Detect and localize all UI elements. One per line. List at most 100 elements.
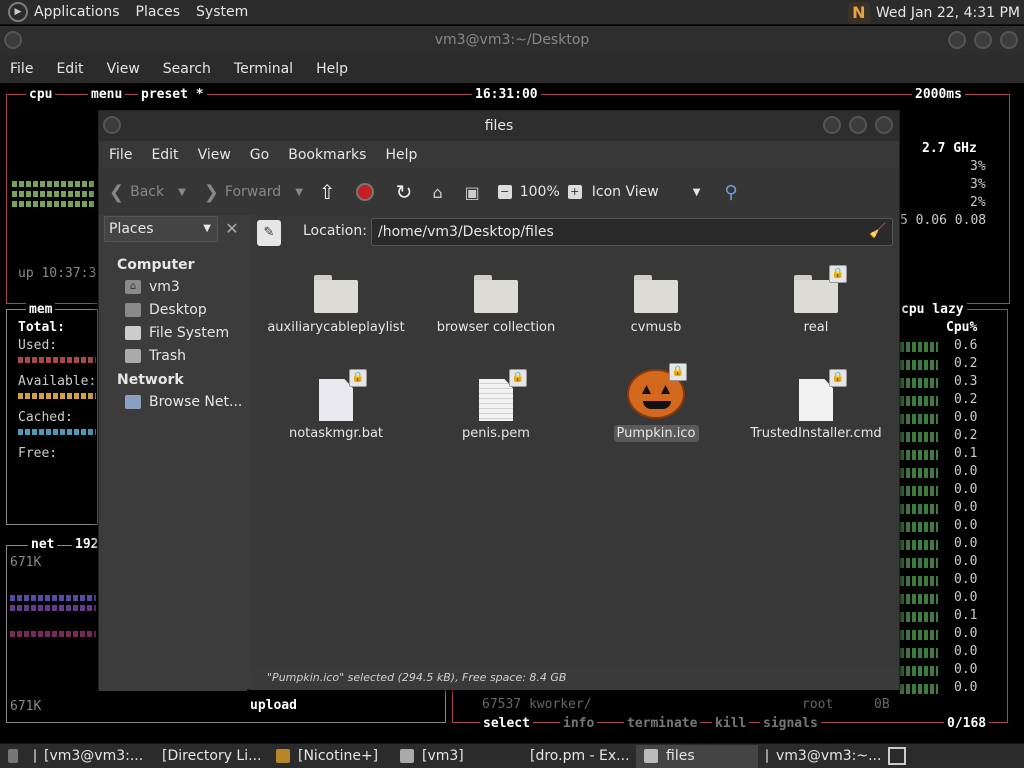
file-item-auxiliarycableplaylist[interactable]: auxiliarycableplaylist	[261, 275, 411, 336]
menu-places[interactable]: Places	[136, 4, 181, 20]
proc-col-cpu[interactable]: Cpu%	[946, 320, 977, 335]
file-item-browser-collection[interactable]: browser collection	[421, 275, 571, 336]
cmd-terminate[interactable]: terminate	[624, 716, 701, 731]
file-manager-titlebar[interactable]: files	[99, 111, 899, 141]
preset-tab[interactable]: preset *	[138, 87, 207, 102]
proc-cpu-graph	[900, 558, 938, 568]
zoom-control[interactable]: − 100% +	[497, 184, 582, 200]
computer-button[interactable]: ▣	[465, 183, 480, 202]
zoom-out-icon[interactable]: −	[497, 185, 512, 199]
file-item-penis-pem[interactable]: 🔒 penis.pem	[421, 369, 571, 442]
menu-go[interactable]: Go	[250, 147, 269, 163]
maximize-button[interactable]	[974, 31, 992, 49]
task-terminal-1[interactable]: [vm3@vm3:...	[26, 745, 146, 768]
sidebar-item-browse-network[interactable]: Browse Net...	[125, 394, 242, 410]
chevron-down-icon[interactable]: ▼	[295, 187, 303, 198]
terminal-menu-file[interactable]: File	[10, 61, 33, 77]
reload-button[interactable]: ↻	[396, 180, 413, 204]
search-button[interactable]: ⚲	[724, 182, 737, 203]
home-button[interactable]: ⌂	[432, 183, 442, 202]
task-firefox-2[interactable]: [dro.pm - Ex...	[514, 745, 636, 768]
home-folder-icon: ⌂	[432, 182, 443, 202]
menu-tab[interactable]: menu	[88, 87, 126, 102]
cpu-graph	[12, 201, 96, 207]
clock[interactable]: Wed Jan 22, 4:31 PM	[876, 5, 1020, 21]
task-firefox-1[interactable]: [Directory Li...	[146, 745, 268, 768]
folder-icon	[314, 275, 358, 313]
chevron-down-icon[interactable]: ▼	[178, 187, 186, 198]
file-item-cvmusb[interactable]: cvmusb	[581, 275, 731, 336]
menu-applications[interactable]: Applications	[34, 4, 120, 20]
menu-system[interactable]: System	[196, 4, 248, 20]
cmd-kill[interactable]: kill	[712, 716, 750, 731]
sidebar-item-desktop[interactable]: Desktop	[125, 302, 207, 318]
sidebar-item-trash[interactable]: Trash	[125, 348, 186, 364]
task-label: [Directory Li...	[162, 748, 262, 764]
menu-bookmarks[interactable]: Bookmarks	[288, 147, 366, 163]
menu-view[interactable]: View	[198, 147, 231, 163]
show-desktop-button[interactable]	[0, 745, 26, 768]
refresh-rate[interactable]: 2000ms	[912, 87, 965, 102]
network-icon	[125, 395, 141, 409]
terminal-menubar: File Edit View Search Terminal Help	[0, 55, 1024, 83]
toggle-location-edit-icon[interactable]: ✎	[257, 220, 281, 246]
file-item-trustedinstaller[interactable]: 🔒 TrustedInstaller.cmd	[741, 369, 891, 442]
task-nicotine[interactable]: [Nicotine+]	[268, 745, 392, 768]
file-name: TrustedInstaller.cmd	[750, 426, 882, 441]
proc-sort[interactable]: cpu lazy	[898, 302, 967, 317]
up-button[interactable]: ⇧	[319, 180, 336, 204]
clear-location-icon[interactable]: 🧹	[869, 223, 886, 239]
mem-available-bar	[18, 393, 96, 399]
task-files[interactable]: files	[636, 744, 758, 768]
workspace-switcher[interactable]	[880, 745, 914, 768]
proc-user: root	[802, 697, 834, 712]
proc-row[interactable]: 67537 kworker/	[482, 697, 592, 712]
file-item-pumpkin-ico[interactable]: 🔒 Pumpkin.ico	[581, 363, 731, 442]
proc-cpu-graph	[900, 486, 938, 496]
task-vm3-folder[interactable]: [vm3]	[392, 745, 514, 768]
terminal-titlebar[interactable]: vm3@vm3:~/Desktop	[0, 26, 1024, 55]
cmd-signals[interactable]: signals	[760, 716, 821, 731]
minimize-button[interactable]	[823, 116, 841, 134]
home-icon: ⌂	[125, 280, 141, 294]
terminal-menu-search[interactable]: Search	[163, 61, 211, 77]
menu-edit[interactable]: Edit	[151, 147, 178, 163]
close-sidebar-icon[interactable]: ✕	[221, 216, 243, 242]
task-terminal-2[interactable]: vm3@vm3:~...	[758, 745, 880, 768]
cmd-info[interactable]: info	[560, 716, 598, 731]
zoom-in-icon[interactable]: +	[567, 185, 582, 199]
location-input[interactable]: /home/vm3/Desktop/files	[371, 218, 893, 246]
sidebar-item-vm3[interactable]: ⌂ vm3	[125, 279, 180, 295]
menu-file[interactable]: File	[109, 147, 132, 163]
close-button[interactable]	[1000, 31, 1018, 49]
menu-help[interactable]: Help	[385, 147, 417, 163]
terminal-menu-help[interactable]: Help	[316, 61, 348, 77]
task-label: [vm3@vm3:...	[44, 748, 144, 764]
maximize-button[interactable]	[849, 116, 867, 134]
folder-icon	[644, 749, 658, 763]
terminal-title: vm3@vm3:~/Desktop	[434, 32, 590, 48]
window-menu-icon[interactable]	[103, 116, 121, 134]
window-menu-icon[interactable]	[4, 31, 22, 49]
sidebar-item-label: Browse Net...	[149, 394, 243, 410]
file-item-real[interactable]: 🔒 real	[741, 265, 891, 336]
cpu-graph	[12, 181, 96, 187]
terminal-menu-terminal[interactable]: Terminal	[234, 61, 293, 77]
back-button[interactable]: ❮ Back ▼	[109, 182, 186, 203]
cmd-select[interactable]: select	[480, 716, 533, 731]
applications-logo-icon[interactable]: ▶	[8, 2, 28, 22]
sidebar-item-filesystem[interactable]: File System	[125, 325, 229, 341]
minimize-button[interactable]	[948, 31, 966, 49]
file-item-notaskmgr[interactable]: 🔒 notaskmgr.bat	[261, 369, 411, 442]
stop-button[interactable]	[355, 183, 374, 201]
terminal-menu-edit[interactable]: Edit	[56, 61, 83, 77]
desktop-icon	[125, 303, 141, 317]
file-icon-view[interactable]: auxiliarycableplaylist browser collectio…	[251, 251, 899, 666]
view-mode-select[interactable]: Icon View ▼	[592, 184, 701, 200]
forward-button[interactable]: ❯ Forward ▼	[204, 182, 303, 203]
close-button[interactable]	[875, 116, 893, 134]
proc-cpu-value: 0.0	[954, 590, 978, 605]
nicotine-tray-icon[interactable]: N	[847, 1, 870, 24]
terminal-menu-view[interactable]: View	[107, 61, 140, 77]
places-selector[interactable]: Places ▼	[104, 216, 218, 242]
